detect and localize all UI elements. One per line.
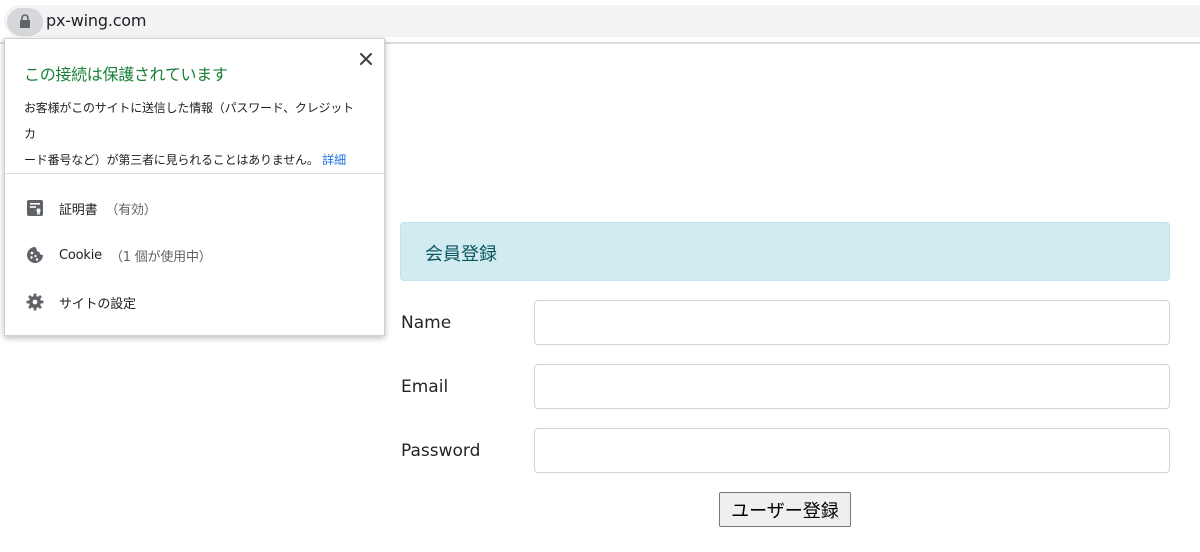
close-button[interactable] (355, 48, 377, 70)
description-line-2: ード番号など）が第三者に見られることはありません。 (24, 153, 319, 167)
name-field[interactable] (534, 300, 1170, 345)
lock-icon (19, 13, 31, 32)
site-settings-item[interactable]: サイトの設定 (5, 280, 384, 324)
cookie-icon (25, 245, 45, 265)
form-header: 会員登録 (400, 222, 1170, 281)
certificate-status: （有効） (105, 202, 157, 218)
omnibox[interactable] (4, 5, 1200, 37)
certificate-icon (25, 198, 45, 218)
gear-icon (25, 292, 45, 312)
name-label: Name (401, 313, 452, 333)
close-icon (360, 50, 372, 69)
site-security-popup: この接続は保護されています お客様がこのサイトに送信した情報（パスワード、クレジ… (4, 38, 385, 336)
certificate-item[interactable]: 証明書 （有効） (5, 186, 384, 230)
cookie-status: （1 個が使用中） (109, 249, 212, 265)
password-label: Password (401, 441, 481, 461)
details-link[interactable]: 詳細 (322, 153, 346, 167)
description-line-1: お客様がこのサイトに送信した情報（パスワード、クレジット カ (24, 101, 354, 141)
email-field[interactable] (534, 364, 1170, 409)
form-title: 会員登録 (425, 244, 497, 265)
cookie-label: Cookie (59, 247, 102, 263)
site-settings-label: サイトの設定 (59, 296, 136, 312)
cookie-item[interactable]: Cookie （1 個が使用中） (5, 233, 384, 277)
popup-divider (5, 173, 384, 174)
email-label: Email (401, 377, 449, 397)
site-info-button[interactable] (7, 8, 43, 36)
url-text[interactable]: px-wing.com (46, 11, 146, 30)
password-field[interactable] (534, 428, 1170, 473)
popup-description: お客様がこのサイトに送信した情報（パスワード、クレジット カ ード番号など）が第… (24, 95, 369, 173)
certificate-label: 証明書 (59, 202, 98, 218)
address-bar: px-wing.com (0, 0, 1200, 42)
register-button[interactable]: ユーザー登録 (719, 492, 851, 527)
popup-title: この接続は保護されています (24, 65, 228, 84)
